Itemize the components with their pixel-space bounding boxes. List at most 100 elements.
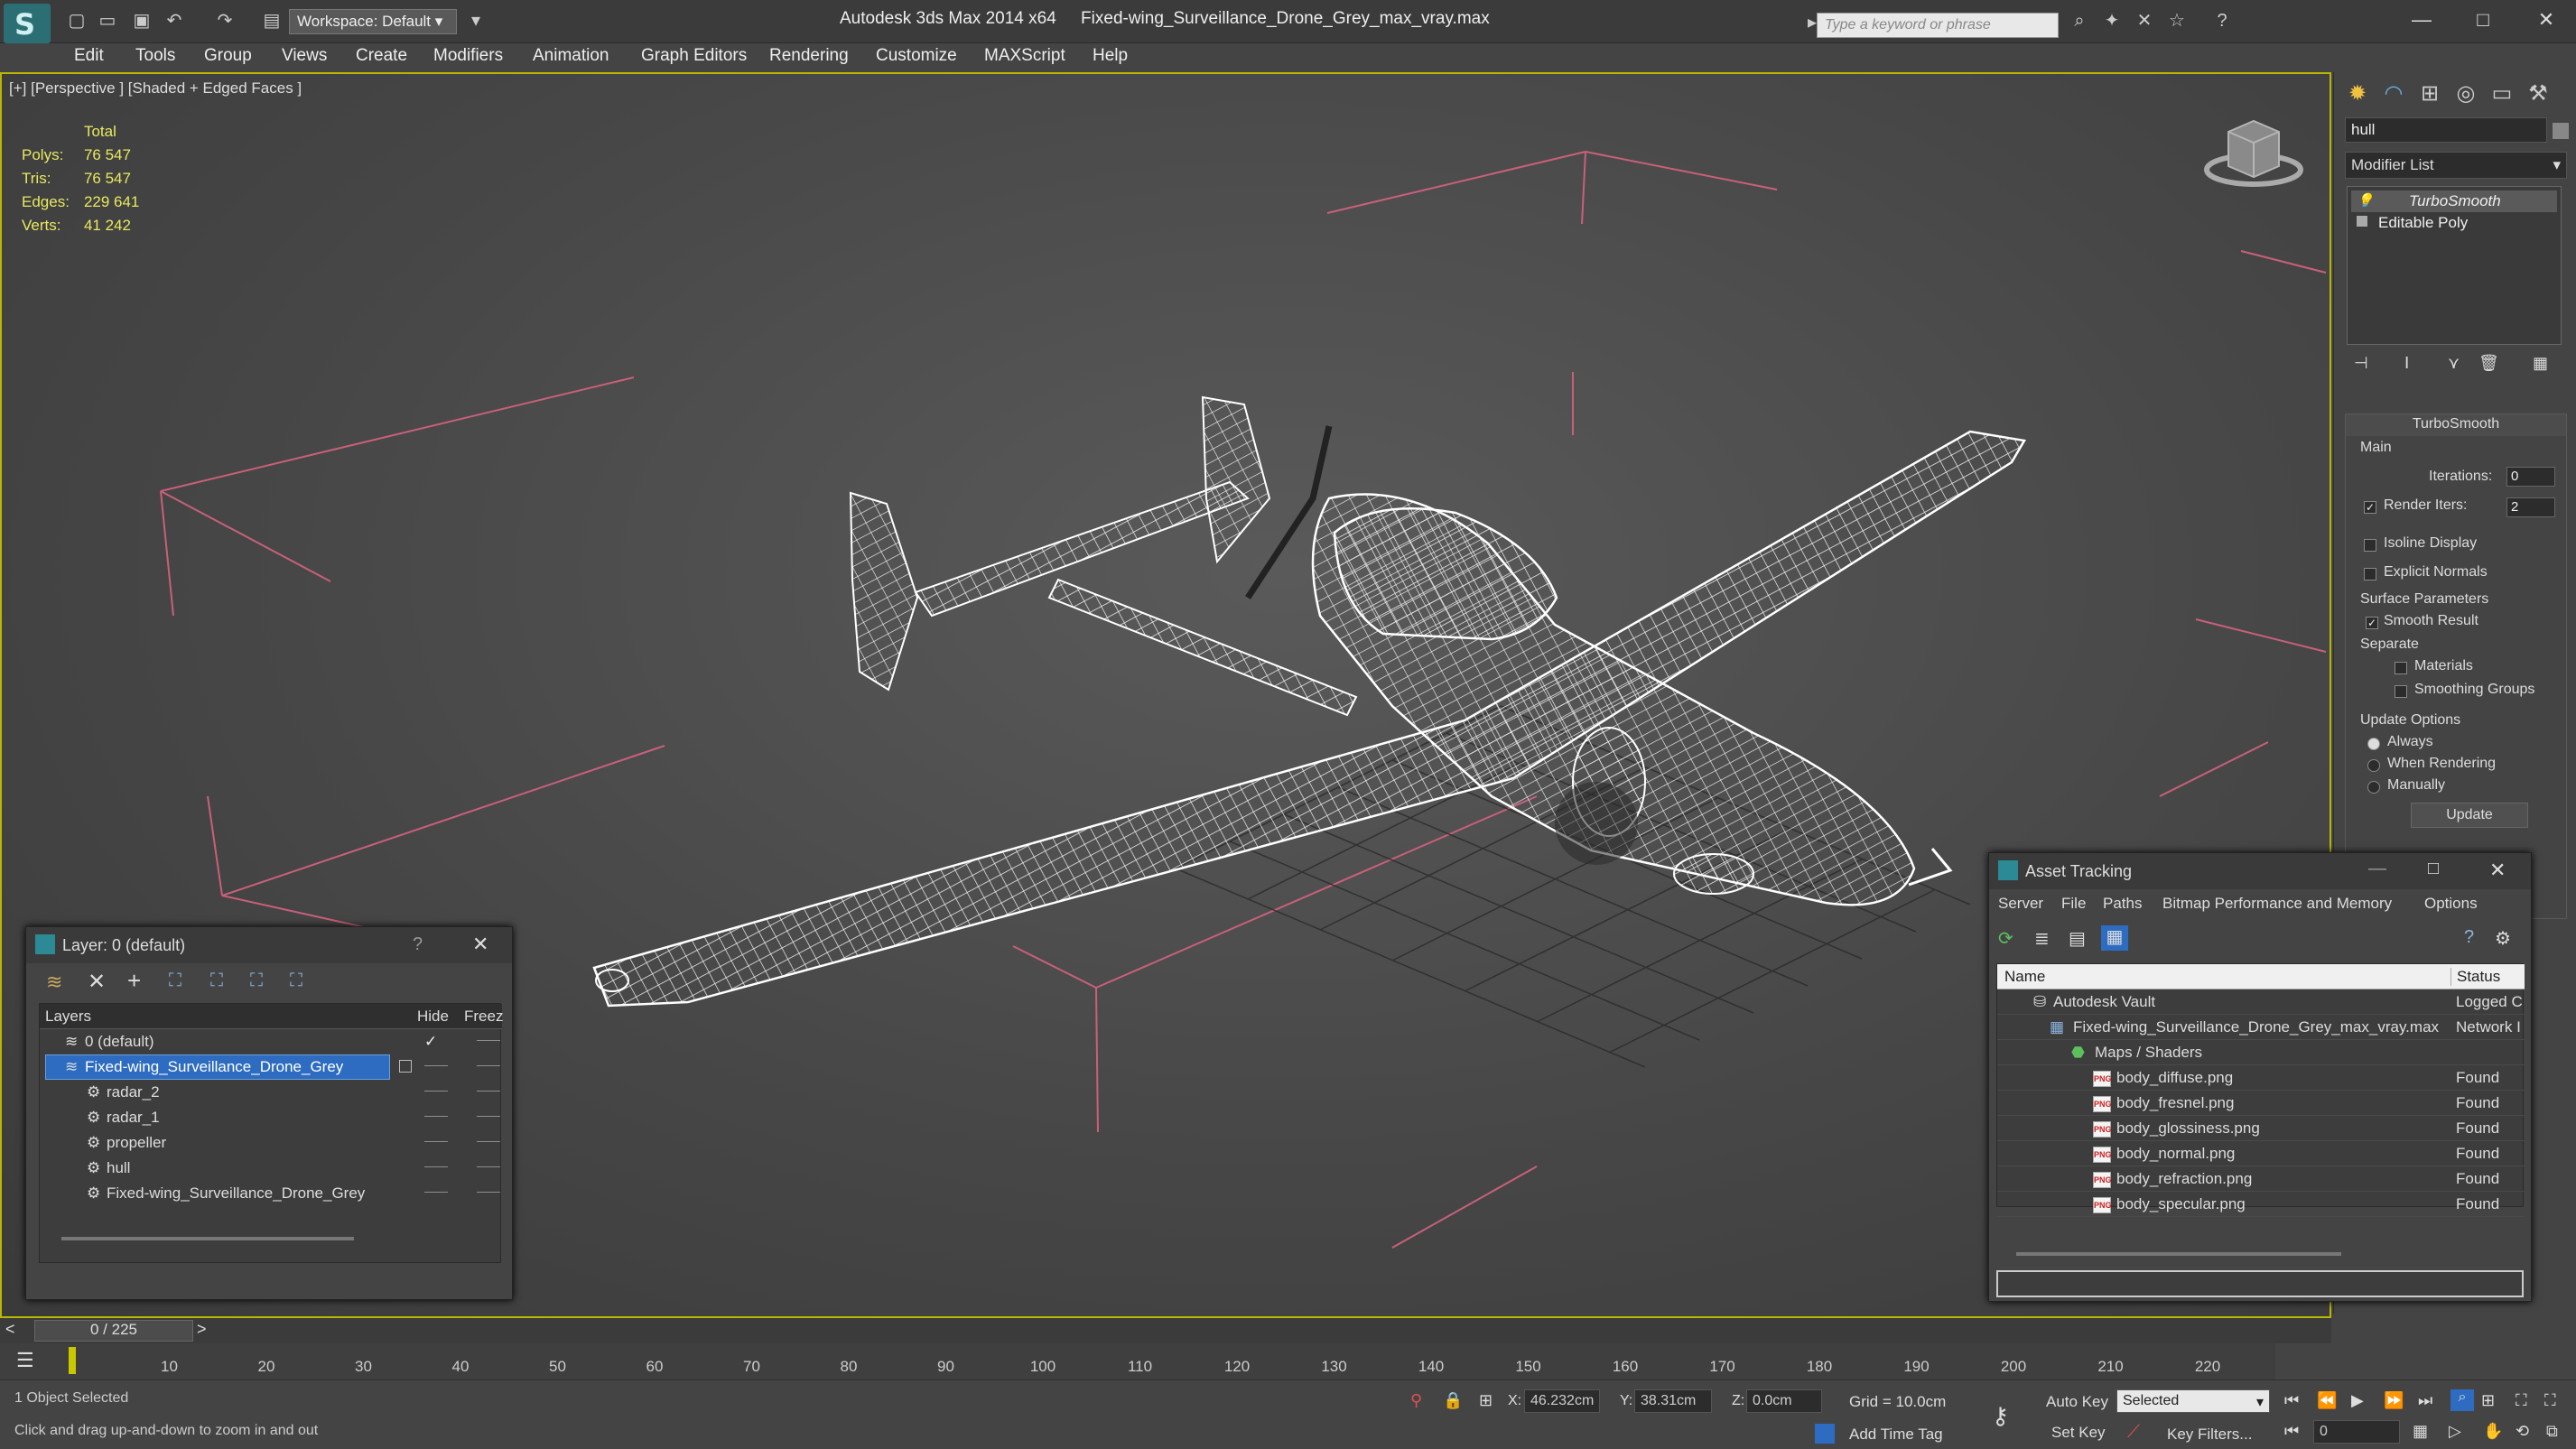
redo-icon[interactable]: ↷ (213, 11, 237, 31)
col-freeze[interactable]: Freez (464, 1008, 503, 1026)
col-status[interactable]: Status (2450, 968, 2517, 986)
isolate-selection-icon[interactable]: ⚲ (1410, 1391, 1422, 1410)
maximize-icon[interactable]: □ (2428, 859, 2439, 879)
asset-row[interactable]: PNG body_fresnel.png Found (1997, 1091, 2525, 1116)
hide-toggle[interactable]: —— (424, 1134, 448, 1147)
absolute-mode-icon[interactable]: ⊞ (1479, 1391, 1493, 1410)
highlight-selected-icon[interactable]: ⛶ (210, 971, 223, 991)
current-frame-field[interactable]: 0 (2313, 1420, 2400, 1444)
viewcube[interactable] (2204, 119, 2303, 187)
hide-toggle[interactable]: —— (424, 1184, 448, 1198)
hide-toggle[interactable]: —— (424, 1159, 448, 1173)
z-coordinate-field[interactable]: 0.0cm (1746, 1389, 1822, 1413)
stack-item-turbosmooth[interactable]: 💡 TurboSmooth (2351, 190, 2557, 212)
create-tab-icon[interactable]: ✹ (2341, 78, 2374, 110)
go-to-end-icon[interactable]: ⏭ (2418, 1391, 2432, 1410)
communication-icon[interactable]: ✕ (2133, 11, 2156, 31)
zoom-extents-all-icon[interactable]: ⛶ (2544, 1391, 2556, 1410)
save-icon[interactable]: ▣ (130, 11, 153, 31)
freeze-toggle[interactable]: —— (477, 1184, 500, 1198)
when-rendering-radio[interactable] (2367, 759, 2380, 772)
horizontal-scrollbar[interactable] (2016, 1252, 2341, 1256)
project-folder-icon[interactable]: ▤ (260, 11, 284, 31)
isoline-display-checkbox[interactable] (2364, 539, 2376, 552)
asset-row[interactable]: PNG body_diffuse.png Found (1997, 1065, 2525, 1091)
asset-row[interactable]: ⬣ Maps / Shaders (1997, 1040, 2525, 1065)
orbit-icon[interactable]: ⟲ (2516, 1422, 2529, 1441)
manually-radio[interactable] (2367, 781, 2380, 794)
asset-menu-server[interactable]: Server (1998, 895, 2043, 913)
modifier-list-dropdown[interactable]: Modifier List ▾ (2345, 152, 2567, 179)
go-to-start-icon[interactable]: ⏮ (2284, 1391, 2299, 1410)
add-time-tag-button[interactable]: Add Time Tag (1849, 1426, 1943, 1444)
horizontal-scrollbar[interactable] (61, 1237, 354, 1240)
col-name[interactable]: Name (2004, 968, 2045, 986)
set-key-button[interactable]: Set Key (2051, 1424, 2106, 1442)
asset-menu-options[interactable]: Options (2424, 895, 2478, 913)
freeze-toggle[interactable]: —— (477, 1058, 500, 1072)
utilities-tab-icon[interactable]: ⚒ (2522, 78, 2554, 110)
pin-stack-icon[interactable]: ⊣ (2354, 354, 2368, 373)
layer-row[interactable]: ≋ 0 (default) ✓ —— (40, 1029, 502, 1054)
menu-create[interactable]: Create (356, 46, 407, 66)
key-mode-dropdown[interactable]: Selected ▾ (2116, 1389, 2270, 1413)
freeze-toggle[interactable]: —— (477, 1159, 500, 1173)
key-mode-toggle-icon[interactable]: ⏮ (2284, 1422, 2299, 1441)
materials-checkbox[interactable] (2395, 662, 2407, 674)
settings-icon[interactable]: ⚙ (2495, 927, 2511, 950)
hide-toggle[interactable]: —— (424, 1109, 448, 1122)
add-to-layer-icon[interactable]: + (127, 967, 141, 995)
table-view-icon[interactable]: ▦ (2101, 925, 2128, 951)
delete-layer-icon[interactable]: ✕ (88, 969, 106, 995)
workspace-dropdown[interactable]: Workspace: Default ▾ (289, 9, 457, 34)
current-layer-box[interactable] (399, 1060, 412, 1073)
next-frame-icon[interactable]: > (197, 1320, 207, 1339)
menu-help[interactable]: Help (1093, 46, 1128, 66)
layer-object-row[interactable]: ⚙ radar_2 —— —— (40, 1080, 502, 1105)
menu-rendering[interactable]: Rendering (769, 46, 849, 66)
asset-row[interactable]: PNG body_specular.png Found (1997, 1192, 2525, 1217)
asset-row[interactable]: PNG body_refraction.png Found (1997, 1166, 2525, 1192)
viewport-label-menu[interactable]: [+] [Perspective ] [Shaded + Edged Faces… (9, 79, 302, 98)
menu-modifiers[interactable]: Modifiers (433, 46, 503, 66)
asset-menu-file[interactable]: File (2061, 895, 2086, 913)
menu-graph-editors[interactable]: Graph Editors (641, 46, 747, 66)
next-key-icon[interactable]: ⏩ (2384, 1391, 2404, 1410)
motion-tab-icon[interactable]: ◎ (2450, 78, 2482, 110)
freeze-toggle[interactable]: —— (477, 1033, 500, 1046)
always-radio[interactable] (2367, 738, 2380, 750)
time-slider-thumb[interactable]: 0 / 225 (34, 1320, 193, 1342)
layer-object-row[interactable]: ⚙ radar_1 —— —— (40, 1105, 502, 1130)
close-icon[interactable]: ✕ (472, 933, 488, 956)
time-configuration-icon[interactable]: ▦ (2413, 1422, 2428, 1441)
close-icon[interactable]: ✕ (2489, 859, 2506, 882)
time-tag-icon[interactable] (1815, 1424, 1835, 1444)
update-button[interactable]: Update (2411, 803, 2528, 828)
customize-toolbar-icon[interactable]: ▾ (464, 11, 488, 31)
help-icon[interactable]: ? (2210, 11, 2234, 31)
show-end-result-icon[interactable]: Ⅰ (2404, 354, 2409, 373)
asset-menu-paths[interactable]: Paths (2103, 895, 2142, 913)
zoom-all-icon[interactable]: ⊞ (2481, 1391, 2495, 1410)
asset-menu-bitmap-performance[interactable]: Bitmap Performance and Memory (2162, 895, 2392, 913)
object-name-field[interactable]: hull (2345, 117, 2547, 143)
prev-frame-icon[interactable]: < (5, 1320, 15, 1339)
menu-animation[interactable]: Animation (533, 46, 609, 66)
zoom-extents-icon[interactable]: ⛶ (2516, 1391, 2527, 1410)
lock-selection-icon[interactable]: 🔒 (1443, 1391, 1463, 1410)
freeze-all-icon[interactable]: ⛶ (290, 971, 302, 991)
auto-key-button[interactable]: Auto Key (2046, 1393, 2108, 1411)
favorites-icon[interactable]: ☆ (2165, 11, 2189, 31)
refresh-icon[interactable]: ⟳ (1998, 927, 2013, 950)
maximize-viewport-icon[interactable]: ⧉ (2546, 1422, 2558, 1441)
select-objects-icon[interactable]: ⛶ (169, 971, 181, 991)
close-icon[interactable]: ✕ (2526, 5, 2566, 34)
menu-maxscript[interactable]: MAXScript (984, 46, 1065, 66)
layer-object-row[interactable]: ⚙ Fixed-wing_Surveillance_Drone_Grey —— … (40, 1181, 502, 1206)
help-icon[interactable]: ? (413, 934, 423, 955)
col-hide[interactable]: Hide (417, 1008, 449, 1026)
infocenter-search-input[interactable]: Type a keyword or phrase (1817, 13, 2059, 38)
track-bar[interactable]: ☰ 10 20 30 40 50 60 70 80 90 100 110 120 130 140 150 16… (0, 1343, 2275, 1379)
layer-object-row[interactable]: ⚙ propeller —— —— (40, 1130, 502, 1156)
asset-row[interactable]: PNG body_normal.png Found (1997, 1141, 2525, 1166)
